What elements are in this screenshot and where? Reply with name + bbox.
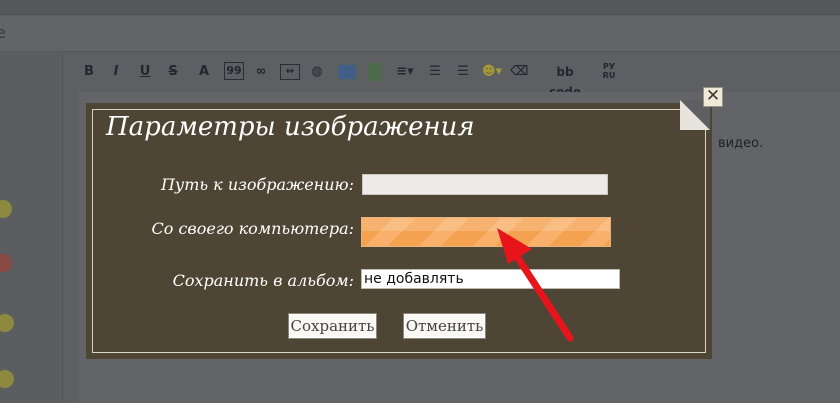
link-icon[interactable]: ∞ — [250, 62, 272, 82]
image-icon[interactable] — [338, 65, 356, 79]
top-bar — [0, 0, 840, 15]
bbcode-button[interactable]: bb code — [540, 62, 590, 99]
globe-icon[interactable]: ◍ — [308, 62, 326, 82]
album-select[interactable]: не добавлять — [361, 269, 620, 289]
smiley-icon[interactable] — [0, 200, 12, 218]
bold-button[interactable]: B — [82, 62, 96, 82]
ordered-list-icon[interactable]: ☰ — [426, 62, 444, 82]
path-label: Путь к изображению: — [160, 175, 354, 194]
font-button[interactable]: A — [196, 62, 212, 82]
quote-button[interactable]: 99 — [224, 62, 244, 80]
smiley-icon[interactable] — [0, 370, 14, 388]
file-upload-sheen — [362, 218, 610, 231]
album-label: Сохранить в альбом: — [172, 271, 354, 290]
unordered-list-icon[interactable]: ☰ — [454, 62, 472, 82]
save-button[interactable]: Сохранить — [288, 313, 377, 339]
close-button[interactable]: ✕ — [703, 87, 723, 107]
smiley-icon[interactable] — [0, 254, 12, 272]
eraser-icon[interactable]: ⌫ — [510, 62, 528, 82]
strike-button[interactable]: S — [166, 62, 180, 82]
page-title-fragment: e — [0, 23, 6, 42]
smiley-panel — [0, 52, 63, 403]
file-upload-button[interactable] — [361, 217, 611, 247]
editor-toolbar: B I U S A 99 ∞ ↔ ◍ ≡▾ ☰ ☰ ☻▾ ⌫ bb code Р… — [78, 58, 638, 99]
smiley-menu-icon[interactable]: ☻▾ — [480, 62, 504, 82]
align-icon[interactable]: ≡▾ — [394, 62, 416, 82]
smiley-icon[interactable] — [0, 314, 14, 332]
page-header: e — [0, 15, 840, 52]
translit-button[interactable]: РУ RU — [598, 62, 620, 82]
computer-label: Со своего компьютера: — [151, 219, 354, 238]
editor-text: видео. — [718, 136, 764, 151]
path-input[interactable] — [362, 174, 608, 195]
underline-button[interactable]: U — [138, 62, 152, 82]
video-icon[interactable] — [368, 63, 382, 81]
italic-button[interactable]: I — [110, 62, 122, 82]
code-tag-icon[interactable]: ↔ — [280, 64, 300, 80]
cancel-button[interactable]: Отменить — [403, 313, 486, 339]
dialog-title: Параметры изображения — [106, 112, 475, 142]
